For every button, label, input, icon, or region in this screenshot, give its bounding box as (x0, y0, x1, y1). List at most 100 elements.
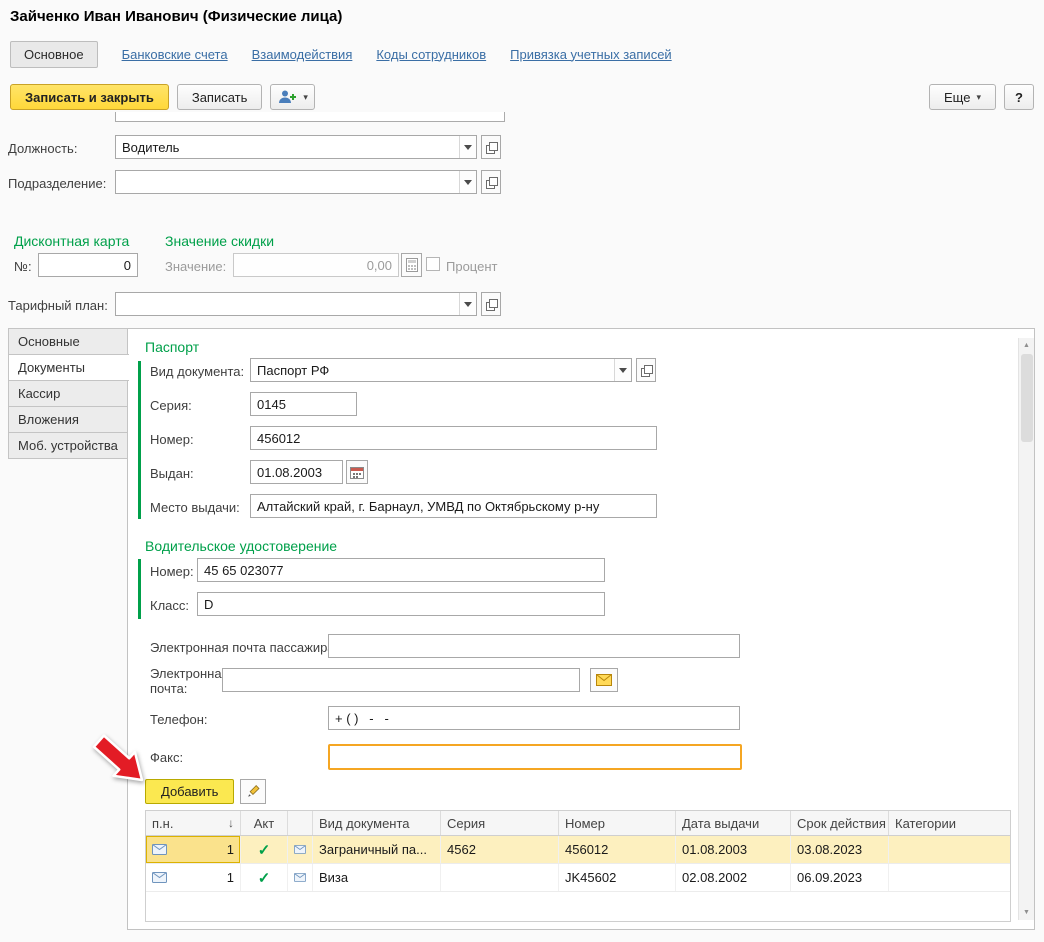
department-dropdown-button[interactable] (459, 171, 476, 193)
column-header-series[interactable]: Серия (441, 811, 559, 835)
tariff-combo (115, 292, 477, 316)
tariff-dropdown-button[interactable] (459, 293, 476, 315)
tab-main[interactable]: Основное (10, 41, 98, 68)
column-header-expiry[interactable]: Срок действия (791, 811, 889, 835)
doc-type-input[interactable] (251, 359, 614, 381)
cell-doc-icon[interactable] (288, 836, 313, 863)
help-button[interactable]: ? (1004, 84, 1034, 110)
tab-link-bank-accounts[interactable]: Банковские счета (122, 47, 228, 62)
cell-categories[interactable] (889, 836, 1010, 863)
fax-input[interactable] (328, 744, 742, 770)
cell-series[interactable] (441, 864, 559, 891)
cell-number[interactable]: 456012 (559, 836, 676, 863)
column-header-pn[interactable]: п.н. ↓ (146, 811, 241, 835)
passenger-email-input[interactable] (328, 634, 740, 658)
card-number-input[interactable] (38, 253, 138, 277)
side-tab-attachments[interactable]: Вложения (8, 406, 128, 433)
date-picker-button[interactable] (346, 460, 368, 484)
scroll-down-button[interactable]: ▼ (1019, 905, 1034, 920)
column-header-actual[interactable]: Акт (241, 811, 288, 835)
cell-doc-icon[interactable] (288, 864, 313, 891)
doc-type-open-button[interactable] (636, 358, 656, 382)
more-button[interactable]: Еще ▾ (929, 84, 996, 110)
scroll-thumb[interactable] (1021, 354, 1033, 442)
table-row[interactable]: 1 ✓ Заграничный па... 4562 456012 01.08.… (146, 836, 1010, 864)
tab-link-interactions[interactable]: Взаимодействия (252, 47, 353, 62)
position-input[interactable] (116, 136, 459, 158)
create-user-split-button[interactable]: ▾ (270, 84, 315, 110)
passport-number-label: Номер: (150, 432, 194, 447)
document-kind-icon (294, 872, 306, 883)
save-button[interactable]: Записать (177, 84, 263, 110)
cell-number[interactable]: JK45602 (559, 864, 676, 891)
tab-link-account-binding[interactable]: Привязка учетных записей (510, 47, 672, 62)
cell-expiry[interactable]: 06.09.2023 (791, 864, 889, 891)
annotation-arrow (78, 720, 150, 786)
issue-place-input[interactable] (250, 494, 657, 518)
page-title: Зайченко Иван Иванович (Физические лица) (10, 8, 342, 25)
sort-desc-icon: ↓ (228, 816, 234, 830)
panel-scrollbar[interactable]: ▲ ▼ (1018, 338, 1034, 920)
column-header-number[interactable]: Номер (559, 811, 676, 835)
document-kind-icon (294, 844, 306, 855)
add-person-icon (277, 89, 297, 105)
doc-type-dropdown-button[interactable] (614, 359, 631, 381)
passport-number-input[interactable] (250, 426, 657, 450)
column-header-icon[interactable] (288, 811, 313, 835)
calendar-icon (350, 466, 364, 479)
document-row-icon (152, 872, 167, 883)
table-row[interactable]: 1 ✓ Виза JK45602 02.08.2002 06.09.2023 (146, 864, 1010, 892)
cell-actual[interactable]: ✓ (241, 836, 288, 863)
table-header-row: п.н. ↓ Акт Вид документа Серия Номер Дат… (146, 811, 1010, 836)
send-email-button[interactable] (590, 668, 618, 692)
position-open-button[interactable] (481, 135, 501, 159)
discount-card-header: Дисконтная карта (14, 233, 129, 249)
side-tab-cashier[interactable]: Кассир (8, 380, 128, 407)
percent-label: Процент (446, 259, 497, 274)
column-header-issue-date[interactable]: Дата выдачи (676, 811, 791, 835)
cell-actual[interactable]: ✓ (241, 864, 288, 891)
phone-input[interactable] (328, 706, 740, 730)
tariff-input[interactable] (116, 293, 459, 315)
issued-date-input[interactable] (250, 460, 343, 484)
series-input[interactable] (250, 392, 357, 416)
position-dropdown-button[interactable] (459, 136, 476, 158)
cell-expiry[interactable]: 03.08.2023 (791, 836, 889, 863)
save-and-close-button[interactable]: Записать и закрыть (10, 84, 169, 110)
discount-value-input (233, 253, 399, 277)
cell-series[interactable]: 4562 (441, 836, 559, 863)
envelope-icon (596, 674, 612, 686)
doc-type-label: Вид документа: (150, 364, 244, 379)
tab-link-employee-codes[interactable]: Коды сотрудников (376, 47, 486, 62)
cell-pn-value: 1 (227, 870, 234, 885)
side-tab-main[interactable]: Основные (8, 328, 128, 355)
column-header-doc-type[interactable]: Вид документа (313, 811, 441, 835)
cell-pn[interactable]: 1 (146, 864, 241, 891)
cell-categories[interactable] (889, 864, 1010, 891)
cell-doc-type[interactable]: Заграничный па... (313, 836, 441, 863)
tariff-open-button[interactable] (481, 292, 501, 316)
clipped-field[interactable] (115, 112, 505, 122)
department-input[interactable] (116, 171, 459, 193)
side-tab-documents[interactable]: Документы (8, 354, 129, 381)
scroll-up-button[interactable]: ▲ (1019, 338, 1034, 353)
license-class-input[interactable] (197, 592, 605, 616)
card-number-label: №: (14, 259, 32, 274)
tariff-label: Тарифный план: (8, 298, 108, 313)
column-header-categories[interactable]: Категории (889, 811, 1010, 835)
side-tab-mobile-devices[interactable]: Моб. устройства (8, 432, 128, 459)
department-open-button[interactable] (481, 170, 501, 194)
cell-issue-date[interactable]: 02.08.2002 (676, 864, 791, 891)
chevron-down-icon: ▾ (976, 92, 981, 103)
cell-issue-date[interactable]: 01.08.2003 (676, 836, 791, 863)
check-icon: ✓ (258, 841, 271, 859)
edit-document-button[interactable] (240, 779, 266, 804)
chevron-down-icon (464, 180, 472, 185)
cell-pn-value: 1 (227, 842, 234, 857)
cell-pn[interactable]: 1 (146, 836, 241, 863)
email-input[interactable] (222, 668, 580, 692)
license-number-label: Номер: (150, 564, 194, 579)
add-document-button[interactable]: Добавить (145, 779, 234, 804)
cell-doc-type[interactable]: Виза (313, 864, 441, 891)
license-number-input[interactable] (197, 558, 605, 582)
